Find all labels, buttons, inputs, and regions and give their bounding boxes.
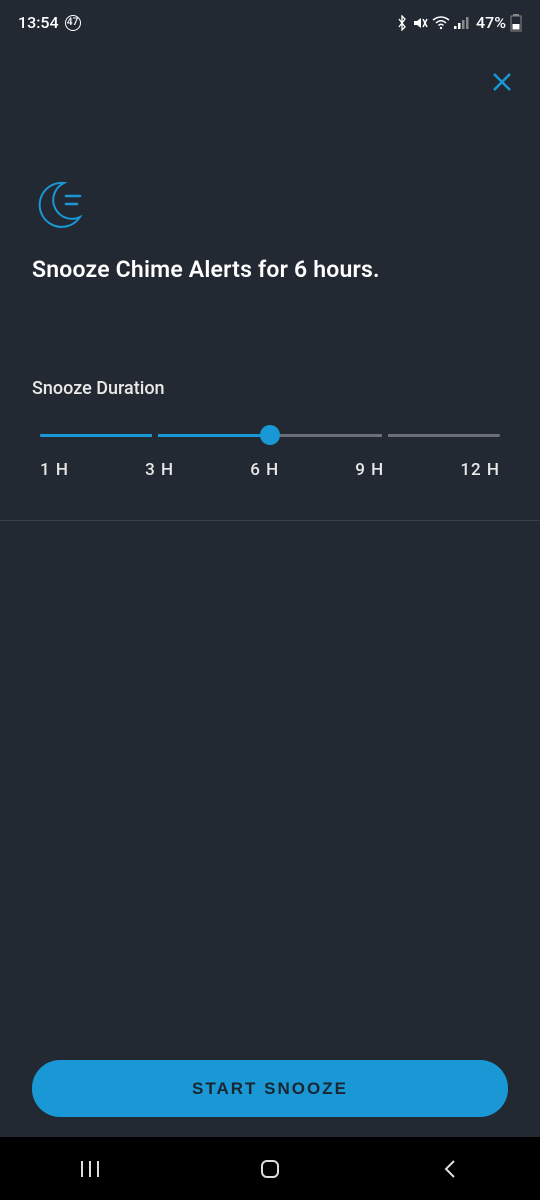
close-icon	[490, 70, 514, 94]
status-bar: 13:54 47 47%	[0, 0, 540, 45]
status-left: 13:54 47	[18, 13, 81, 32]
status-time: 13:54	[18, 13, 59, 32]
moon-snooze-icon	[32, 175, 90, 233]
battery-percent: 47%	[476, 13, 506, 32]
signal-icon	[454, 16, 470, 30]
close-button[interactable]	[482, 62, 522, 102]
start-snooze-button[interactable]: START SNOOZE	[32, 1060, 508, 1117]
slider-track[interactable]	[40, 420, 500, 450]
slider-label: 12 H	[460, 460, 500, 480]
slider-label: 9 H	[355, 460, 384, 480]
wifi-icon	[432, 16, 450, 30]
page-title: Snooze Chime Alerts for 6 hours.	[32, 256, 380, 283]
recents-icon	[79, 1158, 101, 1180]
slider-label: 3 H	[145, 460, 174, 480]
slider-label: 1 H	[40, 460, 69, 480]
battery-icon	[510, 14, 522, 32]
duration-slider[interactable]: 1 H 3 H 6 H 9 H 12 H	[40, 420, 500, 480]
slider-tick	[382, 434, 388, 437]
mute-icon	[412, 15, 428, 31]
bluetooth-icon	[396, 15, 408, 31]
status-right: 47%	[396, 13, 522, 32]
home-button[interactable]	[230, 1149, 310, 1189]
back-icon	[440, 1157, 460, 1181]
status-badge: 47	[65, 15, 81, 31]
recents-button[interactable]	[50, 1149, 130, 1189]
slider-thumb[interactable]	[260, 425, 280, 445]
slider-labels: 1 H 3 H 6 H 9 H 12 H	[40, 460, 500, 480]
slider-label: 6 H	[250, 460, 279, 480]
snooze-duration-label: Snooze Duration	[32, 378, 165, 399]
divider	[0, 520, 540, 521]
slider-tick	[152, 434, 158, 437]
back-button[interactable]	[410, 1149, 490, 1189]
android-nav-bar	[0, 1137, 540, 1200]
home-icon	[258, 1157, 282, 1181]
